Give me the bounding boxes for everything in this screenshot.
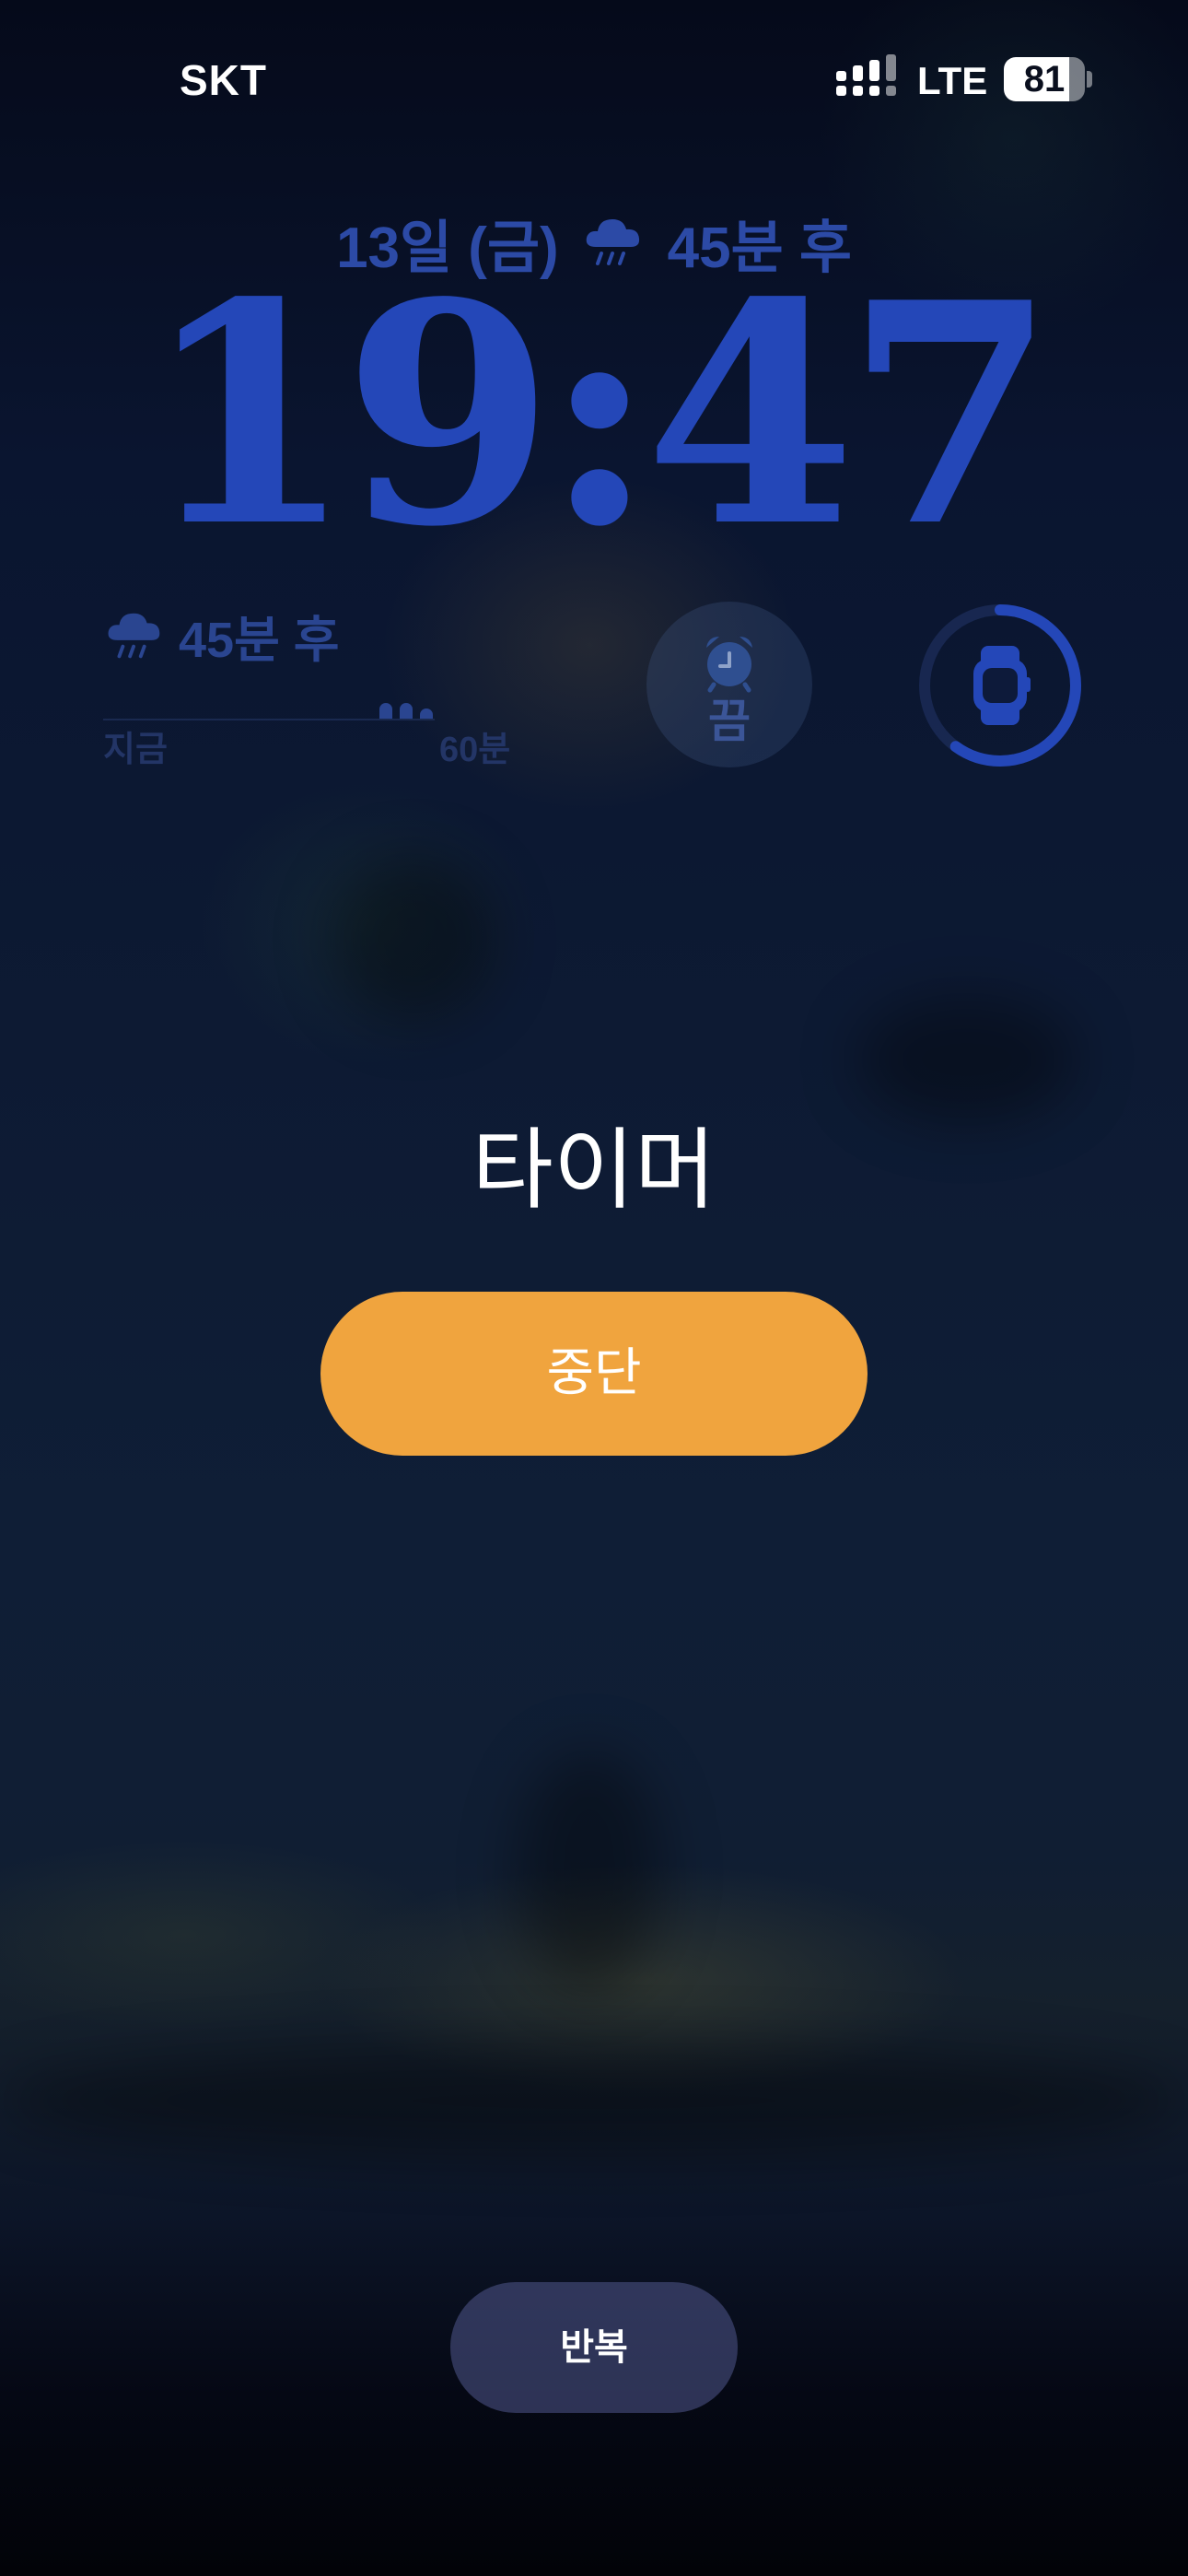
- stop-button[interactable]: 중단: [320, 1292, 868, 1456]
- cellular-signal-icon: [836, 54, 899, 102]
- precipitation-bar: [379, 703, 392, 719]
- precipitation-end-label: 60분: [439, 731, 511, 769]
- battery-tip: [1087, 71, 1092, 88]
- network-type: LTE: [917, 59, 988, 102]
- watch-battery-widget[interactable]: [916, 602, 1084, 769]
- repeat-button[interactable]: 반복: [450, 2282, 738, 2413]
- alarm-widget[interactable]: 끔: [646, 602, 812, 767]
- precipitation-start-label: 지금: [103, 731, 168, 769]
- timer-alert-title: 타이머: [472, 1118, 716, 1222]
- battery-icon: 81: [1004, 57, 1085, 101]
- alarm-status-label: 끔: [708, 696, 751, 747]
- status-bar: SKT LTE 81: [0, 0, 1188, 157]
- carrier-name: SKT: [180, 56, 267, 104]
- precipitation-widget[interactable]: 45분 후 지금 60분: [103, 599, 536, 774]
- precipitation-bar: [400, 703, 413, 719]
- watch-battery-ring: [919, 604, 1081, 767]
- precipitation-forecast: 45분 후: [179, 613, 340, 668]
- lock-screen-clock: 19:47: [142, 236, 1056, 593]
- battery-level: 81: [1023, 59, 1066, 100]
- precipitation-bar: [420, 708, 433, 719]
- rain-cloud-icon: [108, 613, 160, 658]
- apple-watch-icon: [973, 646, 1031, 725]
